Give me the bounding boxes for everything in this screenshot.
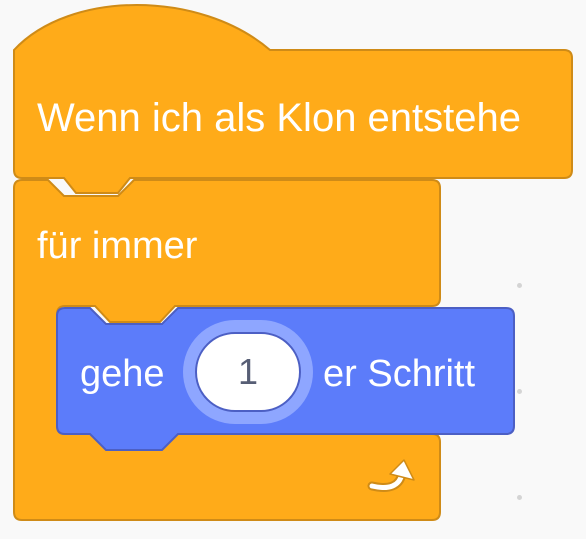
workspace-grid-dot bbox=[517, 495, 522, 500]
move-steps-label-after: er Schritt bbox=[323, 353, 476, 395]
steps-input-value[interactable]: 1 bbox=[196, 333, 300, 411]
script-canvas bbox=[13, 4, 573, 521]
code-workspace[interactable]: Wenn ich als Klon entstehe für immer geh… bbox=[0, 0, 586, 539]
move-steps-label-before: gehe bbox=[80, 353, 165, 395]
workspace-grid-dot bbox=[517, 389, 522, 394]
forever-block-label: für immer bbox=[37, 225, 198, 267]
workspace-grid-dot bbox=[517, 283, 522, 288]
hat-block-label: Wenn ich als Klon entstehe bbox=[37, 96, 522, 140]
